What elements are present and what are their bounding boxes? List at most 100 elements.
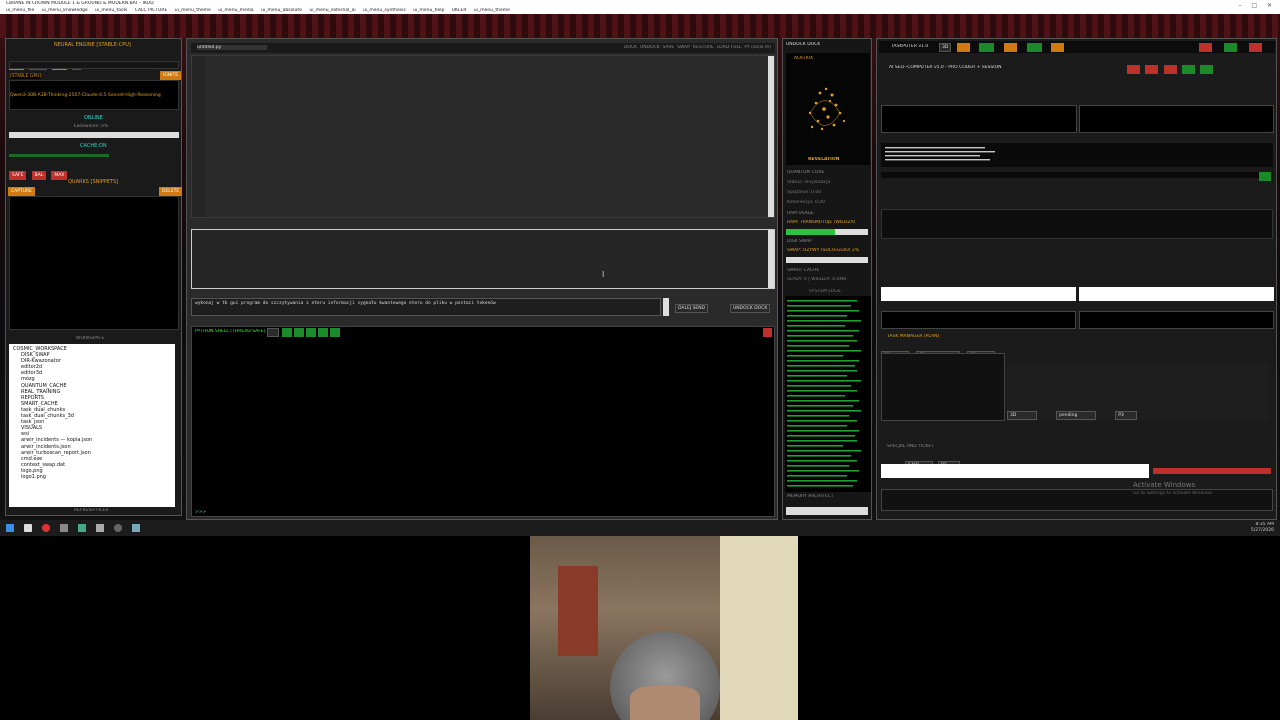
capture-button[interactable]: CAPTURE (8, 187, 35, 196)
task-type-select[interactable]: 3D (1007, 411, 1037, 420)
app-icon[interactable] (96, 524, 104, 532)
menu-item[interactable]: ui_menu_tools (95, 8, 127, 13)
special-input[interactable] (881, 464, 1149, 478)
app-icon[interactable] (78, 524, 86, 532)
code-editor[interactable] (191, 55, 775, 218)
toolbar-btn[interactable] (1004, 43, 1018, 52)
menu-item[interactable]: ui_menu_absolute (261, 8, 302, 13)
minimize-icon[interactable]: – (1238, 2, 1241, 9)
toolbar-btn[interactable] (979, 43, 994, 52)
shell-close-button[interactable] (763, 328, 772, 337)
menu-item[interactable]: CALC PICTURE (135, 8, 168, 13)
memory-input[interactable] (786, 507, 868, 515)
ignite-button[interactable]: IGNITE (160, 71, 182, 80)
mode-select[interactable]: 3D (939, 43, 952, 52)
mode-bal-button[interactable]: BAL (31, 171, 47, 180)
action-btn[interactable] (1163, 65, 1177, 74)
mode-max-button[interactable]: MAX (51, 171, 68, 180)
tab-untitled[interactable]: untitled.py (197, 45, 267, 50)
action-btn[interactable] (1200, 65, 1214, 74)
toolbar-btn[interactable] (1051, 43, 1065, 52)
output-scrollbar[interactable] (768, 230, 774, 288)
special-action-bar[interactable] (1153, 468, 1271, 474)
input-box-b[interactable] (1079, 287, 1274, 301)
tree-item[interactable]: logo1.png (13, 474, 171, 480)
mode-safe-button[interactable]: SAFE (9, 171, 27, 180)
bottom-log[interactable] (881, 489, 1273, 511)
toolbar-btn[interactable] (957, 43, 971, 52)
load-full-button[interactable]: LOAD FULL (717, 45, 742, 50)
workspace-title: WORKSPACE (76, 336, 105, 341)
menu-item[interactable]: ui_menu_theme (474, 8, 510, 13)
menu-item[interactable]: ui_menu_help (413, 8, 444, 13)
save-button[interactable]: SAVE (663, 45, 675, 50)
input-box-a[interactable] (881, 287, 1076, 301)
toolbar-btn[interactable] (1249, 43, 1263, 52)
quarks-list[interactable] (9, 196, 179, 330)
menu-item[interactable]: ui_menu_synthesis (363, 8, 406, 13)
browser-icon[interactable] (42, 524, 50, 532)
shell-btn[interactable] (282, 328, 293, 337)
undock-tab[interactable]: UNDOCK (786, 42, 806, 47)
close-icon[interactable]: ✕ (1267, 2, 1272, 9)
shell-btn[interactable] (294, 328, 305, 337)
prompt-input[interactable]: wykonaj w tk gui program do szczytywania… (191, 298, 661, 316)
menu-item[interactable]: ui_menu_media (218, 8, 253, 13)
input-box-d[interactable] (1079, 311, 1274, 329)
task-priority-select[interactable]: P3 (1115, 411, 1138, 420)
maximize-icon[interactable]: □ (1251, 2, 1257, 9)
dock-button[interactable]: DOCK (624, 45, 637, 50)
shell-btn[interactable] (330, 328, 341, 337)
task-list[interactable] (881, 353, 1005, 421)
delete-button[interactable]: DELETE (159, 187, 183, 196)
editor-scrollbar[interactable] (768, 56, 774, 217)
menu-item[interactable]: ui_menu_external_ai (309, 8, 355, 13)
output-log[interactable] (881, 209, 1273, 239)
log-area[interactable] (881, 143, 1273, 167)
refresh-files-button[interactable]: REFRESH FILES (74, 508, 108, 513)
dock-tab[interactable]: DOCK (807, 42, 820, 47)
python-shell[interactable]: PYTHON SHELL [THREAD SAFE] >>> (191, 326, 775, 517)
task-status-select[interactable]: pending (1056, 411, 1097, 420)
restore-button[interactable]: RESTORE (693, 45, 714, 50)
cache-bar (9, 154, 109, 157)
file-explorer-icon[interactable] (24, 524, 32, 532)
menu-item[interactable]: UKLER (452, 8, 467, 13)
undock-dock-button[interactable]: UNDOCK DOCK (730, 304, 771, 313)
output-area[interactable]: I (191, 229, 775, 289)
chat-box-right[interactable] (1079, 105, 1274, 133)
app-icon[interactable] (132, 524, 140, 532)
task-filters: All All All (881, 341, 1261, 360)
clock[interactable]: 8:35 AM 5/27/2026 (1251, 522, 1274, 534)
loading-text: Ładowanie: 0% (74, 124, 109, 129)
swap-button[interactable]: SWAP (677, 45, 690, 50)
toolbar-btn[interactable] (1199, 43, 1213, 52)
undock-button[interactable]: UNDOCK (640, 45, 660, 50)
chat-box-left[interactable] (881, 105, 1077, 133)
start-icon[interactable] (6, 524, 14, 532)
action-btn[interactable] (1127, 65, 1141, 74)
taskputer-subtitle: AI SELF-COMPUTER v5.0 - PRO CODER + SESS… (889, 65, 1002, 70)
input-box-c[interactable] (881, 311, 1076, 329)
prompt-scrollbar[interactable] (663, 298, 669, 316)
toolbar-btn[interactable] (1224, 43, 1238, 52)
menu-item[interactable]: ui_menu_file (6, 8, 34, 13)
py-local-button[interactable]: PY (local.m) (744, 45, 771, 50)
app-icon[interactable] (114, 524, 122, 532)
workspace-tree[interactable]: COSMIC_WORKSPACE DISK_SWAP DIR-Kwazonato… (9, 344, 175, 507)
shell-btn[interactable] (306, 328, 317, 337)
shell-btn[interactable] (318, 328, 329, 337)
menu-item[interactable]: ui_menu_knowledge (42, 8, 88, 13)
task-detail[interactable] (1007, 363, 1269, 421)
app-icon[interactable] (60, 524, 68, 532)
system-logs[interactable] (785, 296, 871, 492)
model-select[interactable]: Qwen3-30B-A3B-Thinking-2507-Claude-4.5-S… (9, 80, 179, 110)
send-button[interactable]: DALEJ SEND (675, 304, 709, 313)
shell-btn[interactable] (267, 328, 279, 337)
status-btn[interactable] (1259, 172, 1271, 181)
action-btn[interactable] (1181, 65, 1195, 74)
menu-item[interactable]: ui_menu_theme (175, 8, 211, 13)
action-btn[interactable] (1145, 65, 1159, 74)
coherence-value: Koherencja: 0.00 (787, 200, 825, 205)
toolbar-btn[interactable] (1027, 43, 1042, 52)
